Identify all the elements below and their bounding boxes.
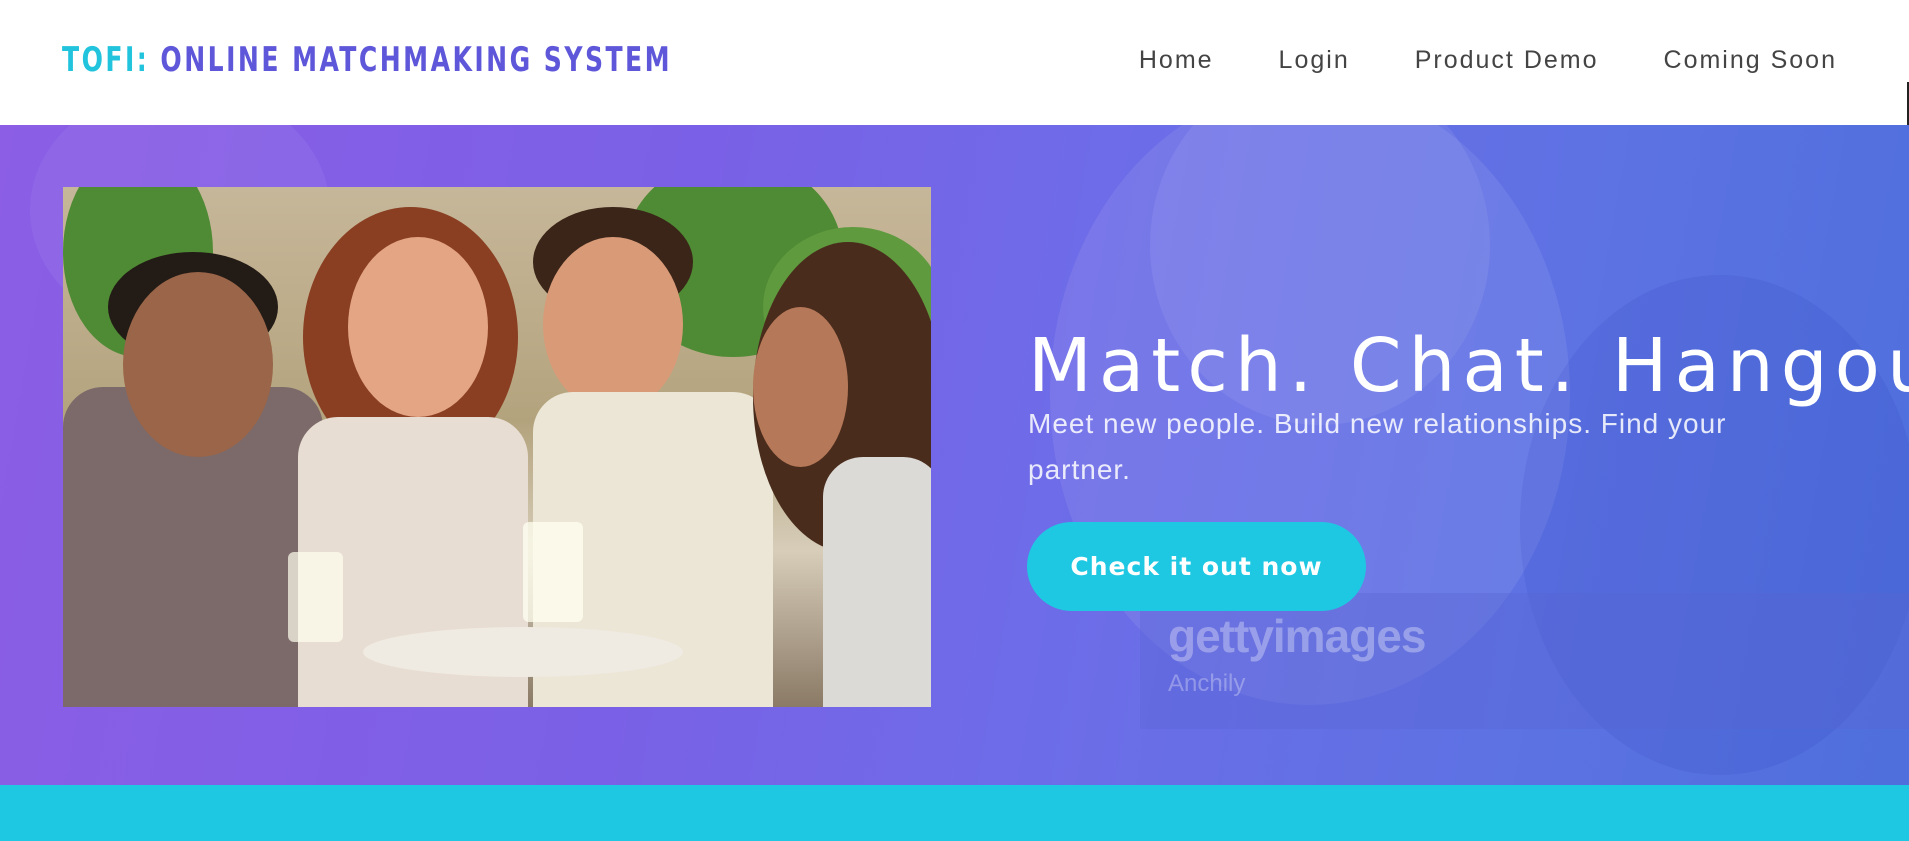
nav-home[interactable]: Home — [1139, 46, 1214, 75]
brand-name: ONLINE MATCHMAKING SYSTEM — [160, 40, 673, 80]
check-it-out-button[interactable]: Check it out now — [1027, 522, 1366, 611]
person-face — [753, 307, 848, 467]
hero-photo — [63, 187, 931, 707]
hero-section: gettyimages Anchily Match. Chat. Hangout… — [0, 125, 1909, 785]
brand-prefix: TOFI: — [62, 40, 150, 80]
nav-login[interactable]: Login — [1279, 46, 1350, 75]
nav-coming-soon[interactable]: Coming Soon — [1664, 46, 1837, 75]
footer-strip — [0, 785, 1909, 841]
site-header: TOFI: ONLINE MATCHMAKING SYSTEM Home Log… — [0, 0, 1909, 125]
wine-glass — [288, 552, 343, 642]
person-top — [823, 457, 931, 707]
main-nav: Home Login Product Demo Coming Soon — [1139, 46, 1837, 75]
person-face — [123, 272, 273, 457]
person-face — [348, 237, 488, 417]
hero-subtext: Meet new people. Build new relationships… — [1028, 408, 1727, 485]
site-logo[interactable]: TOFI: ONLINE MATCHMAKING SYSTEM — [62, 40, 672, 80]
person-face — [543, 237, 683, 412]
watermark-brand: gettyimages — [1168, 610, 1426, 662]
plate — [363, 627, 683, 677]
hero-headline: Match. Chat. Hangout. — [1028, 322, 1909, 409]
wine-glass — [523, 522, 583, 622]
nav-product-demo[interactable]: Product Demo — [1415, 46, 1599, 75]
watermark-credit: Anchily — [1168, 670, 1246, 697]
